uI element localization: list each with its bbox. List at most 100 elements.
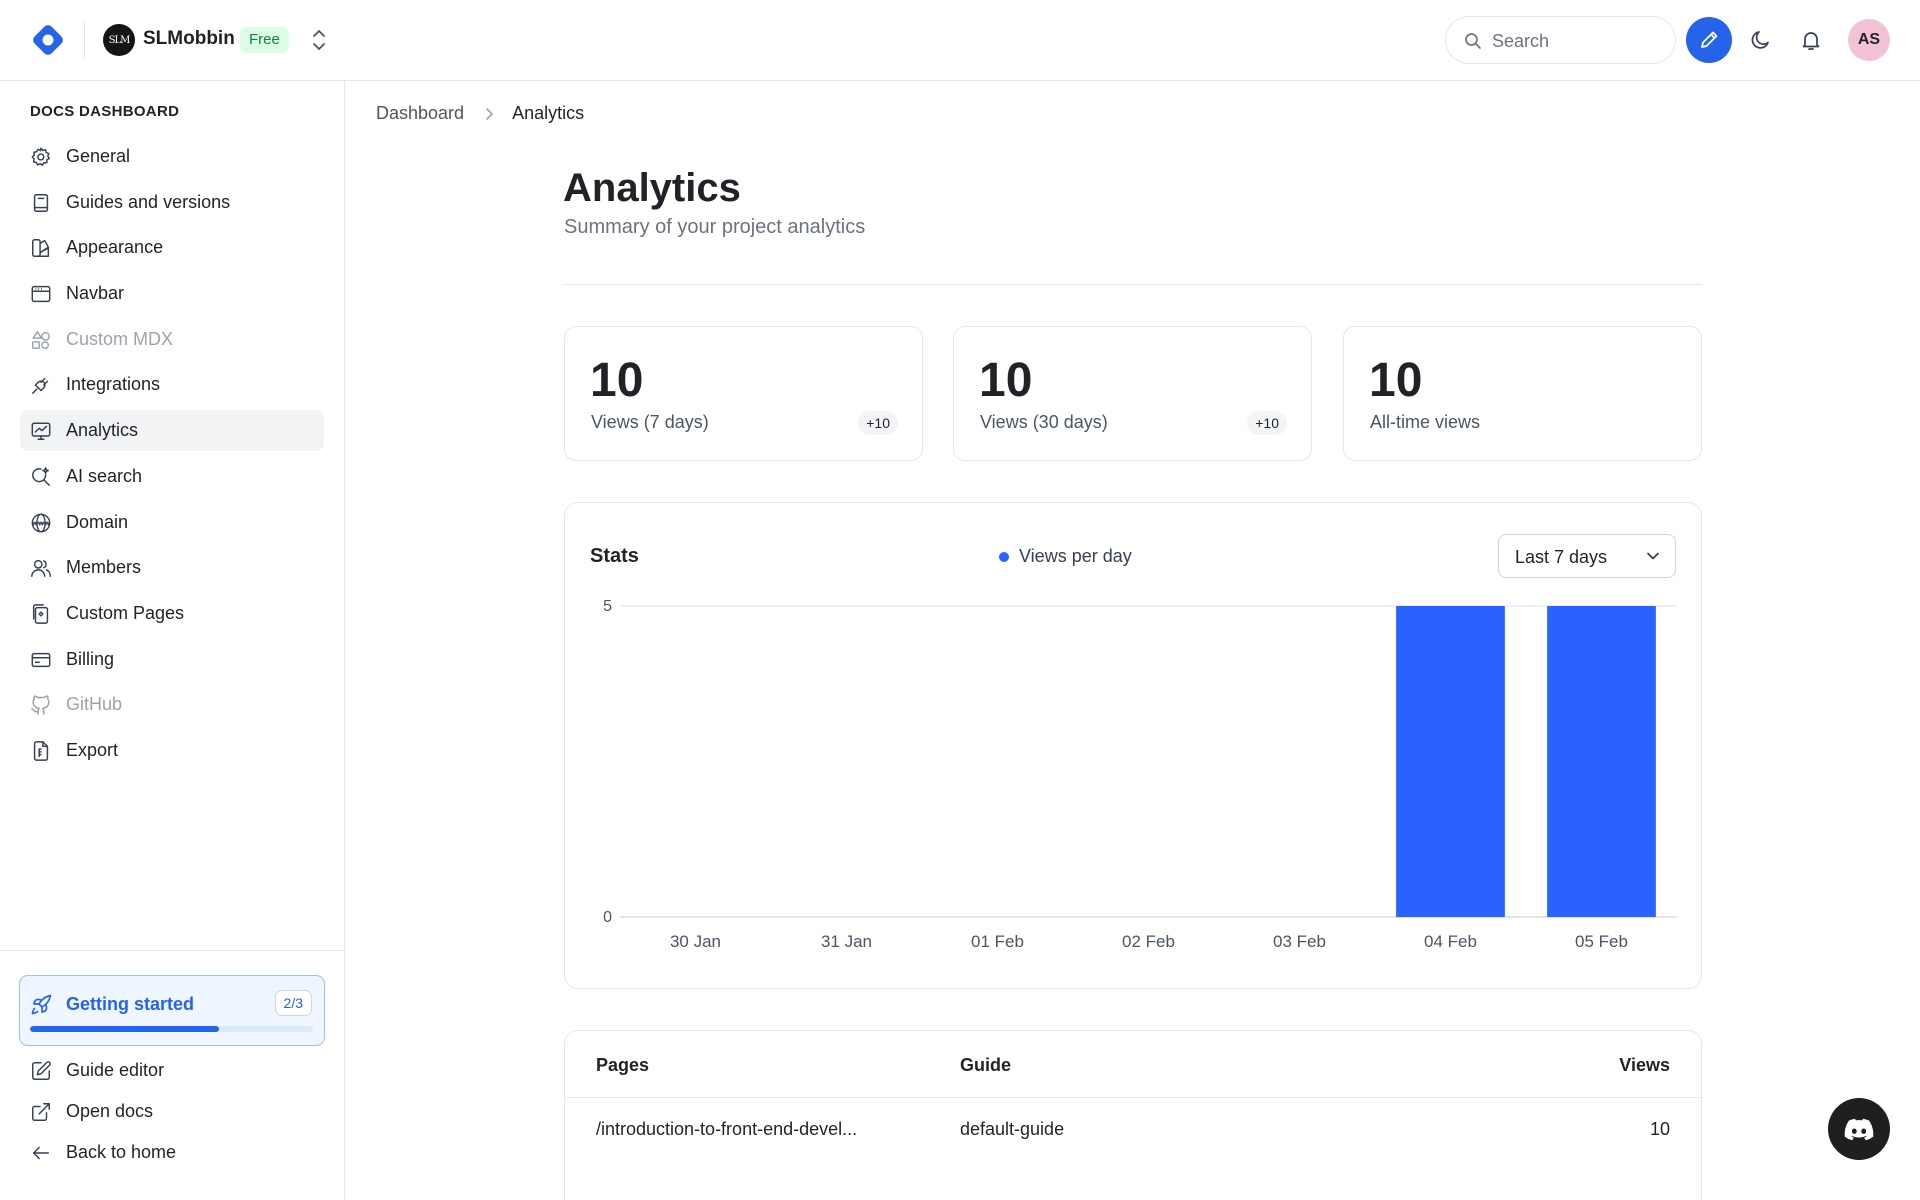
sidebar-item-label: Appearance bbox=[66, 237, 164, 258]
plug-icon bbox=[30, 374, 52, 396]
sidebar-item-github[interactable]: GitHub bbox=[20, 684, 324, 725]
notifications-button[interactable] bbox=[1795, 24, 1827, 56]
sidebar-item-appearance[interactable]: Appearance bbox=[20, 227, 324, 268]
search-icon bbox=[1465, 33, 1481, 49]
x-tick-label: 04 Feb bbox=[1424, 932, 1477, 951]
sparkle-search-icon bbox=[30, 466, 52, 488]
bell-icon bbox=[1802, 32, 1820, 50]
search-box[interactable] bbox=[1445, 16, 1676, 64]
sidebar-item-ai-search[interactable]: AI search bbox=[20, 456, 324, 497]
sidebar-item-custom-pages[interactable]: Custom Pages bbox=[20, 593, 324, 634]
divider bbox=[84, 22, 85, 58]
date-range-value: Last 7 days bbox=[1515, 547, 1608, 567]
sidebar-item-label: Domain bbox=[66, 511, 129, 532]
column-header-pages[interactable]: Pages bbox=[596, 1055, 649, 1076]
sidebar-item-label: Analytics bbox=[66, 420, 139, 441]
stat-card-views-7-days: 10 Views (7 days) +10 bbox=[564, 326, 923, 461]
chart-bar bbox=[1547, 606, 1656, 917]
user-avatar[interactable]: AS bbox=[1848, 19, 1890, 61]
getting-started-count: 2/3 bbox=[274, 990, 312, 1016]
x-tick-label: 31 Jan bbox=[821, 932, 872, 951]
breadcrumb-dashboard-link[interactable]: Dashboard bbox=[376, 103, 464, 124]
sidebar: DOCS DASHBOARD General Guides and versio… bbox=[0, 81, 345, 1200]
credit-card-icon bbox=[30, 649, 52, 671]
sidebar-item-custom-mdx[interactable]: Custom MDX bbox=[20, 319, 324, 360]
org-avatar[interactable]: SLM bbox=[103, 24, 135, 56]
sidebar-item-members[interactable]: Members bbox=[20, 547, 324, 588]
table-cell-page[interactable]: /introduction-to-front-end-devel... bbox=[596, 1119, 857, 1140]
stat-label: Views (7 days) bbox=[591, 412, 709, 432]
palette-icon bbox=[30, 237, 52, 259]
edit-pencil-button[interactable] bbox=[1686, 17, 1732, 63]
sidebar-heading: DOCS DASHBOARD bbox=[30, 103, 180, 120]
rocket-icon bbox=[30, 992, 54, 1016]
column-header-guide[interactable]: Guide bbox=[960, 1055, 1011, 1076]
sidebar-item-label: GitHub bbox=[66, 694, 123, 715]
sidebar-item-label: General bbox=[66, 146, 131, 166]
getting-started-label: Getting started bbox=[66, 994, 195, 1014]
sidebar-item-label: Export bbox=[66, 739, 119, 760]
sidebar-item-label: Billing bbox=[66, 648, 115, 669]
page-title: Analytics bbox=[563, 166, 741, 210]
sidebar-item-guides-and-versions[interactable]: Guides and versions bbox=[20, 182, 324, 223]
github-icon bbox=[30, 694, 52, 716]
open-docs-link[interactable]: Open docs bbox=[20, 1091, 324, 1132]
stats-chart-card: 0 5 30 Jan 31 Jan 01 Feb 02 Feb 03 Feb 04 Feb 05… bbox=[564, 502, 1702, 989]
users-icon bbox=[30, 557, 52, 579]
guide-editor-label: Guide editor bbox=[66, 1060, 165, 1080]
search-input[interactable] bbox=[1492, 27, 1662, 55]
sidebar-item-label: Members bbox=[66, 557, 142, 578]
sidebar-item-navbar[interactable]: Navbar bbox=[20, 273, 324, 314]
pages-table: Pages Guide Views /introduction-to-front… bbox=[564, 1030, 1702, 1200]
sidebar-item-integrations[interactable]: Integrations bbox=[20, 364, 324, 405]
sidebar-item-label: Custom MDX bbox=[66, 328, 174, 349]
x-tick-label: 30 Jan bbox=[670, 932, 721, 951]
chevron-down-icon bbox=[1647, 552, 1659, 560]
stat-label: Views (30 days) bbox=[980, 412, 1108, 432]
gear-icon bbox=[30, 146, 52, 168]
sidebar-item-domain[interactable]: WWW Domain bbox=[20, 502, 324, 543]
stat-card-all-time-views: 10 All-time views bbox=[1343, 326, 1702, 461]
org-name[interactable]: SLMobbin bbox=[143, 28, 235, 50]
getting-started-progress bbox=[30, 1026, 313, 1032]
chevron-up-down-icon[interactable] bbox=[306, 26, 332, 54]
stat-value: 10 bbox=[1369, 354, 1423, 407]
back-to-home-link[interactable]: Back to home bbox=[20, 1132, 324, 1173]
breadcrumb-current: Analytics bbox=[512, 103, 585, 123]
sidebar-item-export[interactable]: Export bbox=[20, 730, 324, 771]
chevron-right-icon bbox=[484, 107, 494, 121]
edit-square-icon bbox=[30, 1060, 52, 1082]
sidebar-item-billing[interactable]: Billing bbox=[20, 639, 324, 680]
stat-delta-badge: +10 bbox=[858, 411, 898, 435]
date-range-select[interactable]: Last 7 days bbox=[1498, 534, 1676, 578]
progress-fill bbox=[30, 1026, 219, 1032]
stat-card-views-30-days: 10 Views (30 days) +10 bbox=[953, 326, 1312, 461]
open-docs-label: Open docs bbox=[66, 1101, 154, 1121]
title-divider bbox=[564, 284, 1702, 285]
export-file-icon bbox=[30, 740, 52, 762]
discord-chat-button[interactable] bbox=[1828, 1098, 1890, 1160]
svg-text:WWW: WWW bbox=[32, 521, 50, 527]
x-tick-label: 02 Feb bbox=[1122, 932, 1175, 951]
pages-icon bbox=[30, 603, 52, 625]
chart-monitor-icon bbox=[30, 420, 52, 442]
breadcrumb: Dashboard Analytics bbox=[376, 103, 584, 124]
plan-badge: Free bbox=[240, 27, 289, 53]
dark-mode-toggle[interactable] bbox=[1745, 24, 1777, 56]
legend-label: Views per day bbox=[1019, 546, 1132, 566]
stat-value: 10 bbox=[979, 354, 1033, 407]
table-header-divider bbox=[565, 1097, 1701, 1098]
sidebar-item-label: Guides and versions bbox=[66, 191, 231, 212]
column-header-views[interactable]: Views bbox=[1619, 1055, 1670, 1076]
chart-title: Stats bbox=[590, 545, 639, 567]
chart-bar bbox=[1396, 606, 1505, 917]
app-logo-icon[interactable] bbox=[28, 20, 68, 60]
sidebar-item-general[interactable]: General bbox=[20, 136, 324, 177]
guide-editor-link[interactable]: Guide editor bbox=[20, 1050, 324, 1091]
table-cell-guide: default-guide bbox=[960, 1119, 1065, 1139]
table-cell-views: 10 bbox=[1649, 1119, 1670, 1139]
discord-icon bbox=[1844, 1118, 1874, 1141]
sidebar-item-analytics[interactable]: Analytics bbox=[20, 410, 324, 452]
getting-started-card[interactable]: Getting started 2/3 bbox=[19, 975, 325, 1046]
y-tick-label: 5 bbox=[603, 598, 612, 615]
